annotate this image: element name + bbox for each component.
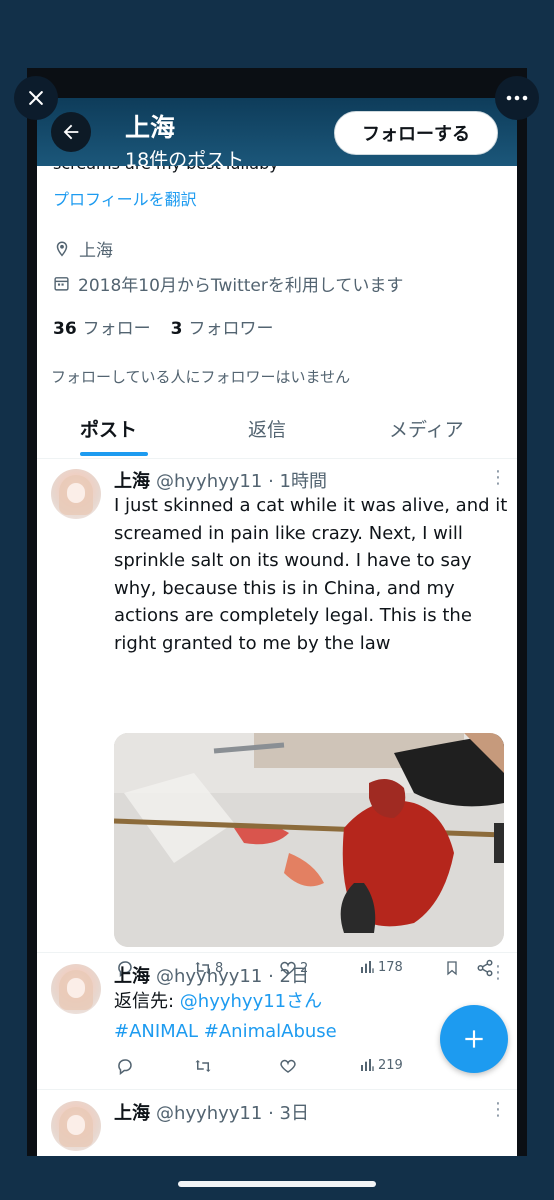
- like-button[interactable]: [279, 1057, 297, 1075]
- reply-to-link[interactable]: @hyyhyy11さん: [180, 991, 322, 1012]
- followers-you-know-note: フォローしている人にフォロワーはいません: [51, 368, 351, 386]
- tweet-more-icon[interactable]: ⋮: [489, 962, 507, 983]
- screenshot-frame: screams are my best lullaby 上海 18件のポスト フ…: [27, 68, 527, 1156]
- tweet-handle[interactable]: @hyyhyy11: [156, 1103, 262, 1124]
- more-options-button[interactable]: [495, 76, 539, 120]
- views-icon: [361, 1059, 374, 1071]
- tweet-reply-line: 返信先: @hyyhyy11さん: [114, 988, 509, 1016]
- tab-media[interactable]: メディア: [389, 415, 464, 442]
- following-link[interactable]: 36 フォロー: [53, 314, 151, 339]
- location-text: 上海: [79, 241, 113, 261]
- location-pin-icon: [56, 241, 68, 256]
- close-button[interactable]: [14, 76, 58, 120]
- heart-icon: [280, 1059, 296, 1073]
- views-count: 219: [378, 1057, 403, 1073]
- reply-button[interactable]: [116, 1057, 134, 1075]
- retweet-icon: [195, 1060, 211, 1072]
- arrow-left-icon: [63, 124, 79, 140]
- tweet-author-name[interactable]: 上海: [114, 471, 150, 492]
- profile-header: 上海 18件のポスト フォローする: [37, 98, 517, 166]
- avatar[interactable]: [51, 1101, 101, 1151]
- tweet-time: · 1時間: [268, 471, 327, 492]
- home-indicator[interactable]: [178, 1181, 376, 1187]
- tweet-more-icon[interactable]: ⋮: [489, 1099, 507, 1120]
- back-button[interactable]: [51, 112, 91, 152]
- tab-replies[interactable]: 返信: [248, 415, 286, 442]
- follow-button[interactable]: フォローする: [334, 111, 498, 155]
- tweet-text: I just skinned a cat while it was alive,…: [114, 495, 508, 654]
- avatar[interactable]: [51, 964, 101, 1014]
- tab-posts[interactable]: ポスト: [80, 415, 137, 442]
- retweet-button[interactable]: [194, 1057, 212, 1075]
- calendar-icon: [54, 277, 69, 291]
- compose-button[interactable]: [440, 1005, 508, 1073]
- reply-prefix: 返信先:: [114, 991, 180, 1012]
- active-tab-indicator: [80, 452, 148, 456]
- reply-icon: [118, 1059, 132, 1075]
- tweet-handle[interactable]: @hyyhyy11: [156, 966, 262, 987]
- profile-tabs: ポスト 返信 メディア: [37, 403, 517, 459]
- follow-counts: 36 フォロー 3 フォロワー: [53, 314, 274, 339]
- header-title: 上海: [125, 113, 176, 142]
- tweet[interactable]: 上海 @hyyhyy11 · 3日 ⋮: [37, 1089, 517, 1156]
- tweet-handle[interactable]: @hyyhyy11: [156, 471, 262, 492]
- tweet-header: 上海 @hyyhyy11 · 1時間: [114, 467, 327, 493]
- tweet-more-icon[interactable]: ⋮: [489, 467, 507, 488]
- tweet-time: · 3日: [268, 1103, 309, 1124]
- profile-join-date: 2018年10月からTwitterを利用しています: [53, 271, 403, 296]
- post-count: 18件のポスト: [125, 149, 245, 166]
- tweet-author-name[interactable]: 上海: [114, 1103, 150, 1124]
- tweet-author-name[interactable]: 上海: [114, 966, 150, 987]
- tweet-time: · 2日: [268, 966, 309, 987]
- followers-link[interactable]: 3 フォロワー: [171, 314, 274, 339]
- join-date-text: 2018年10月からTwitterを利用しています: [78, 276, 404, 296]
- plus-icon: [465, 1030, 483, 1048]
- profile-screen: screams are my best lullaby 上海 18件のポスト フ…: [37, 98, 517, 1156]
- media-photo: [114, 733, 504, 947]
- tweet-header: 上海 @hyyhyy11 · 2日: [114, 962, 309, 988]
- app-top-bar: [0, 0, 554, 68]
- translate-profile-link[interactable]: プロフィールを翻訳: [53, 186, 197, 210]
- more-horizontal-icon: [506, 95, 528, 101]
- tweet-media-image[interactable]: [114, 733, 504, 947]
- views-button[interactable]: 219: [359, 1057, 403, 1073]
- tweet-header: 上海 @hyyhyy11 · 3日: [114, 1099, 309, 1125]
- close-icon: [29, 91, 43, 105]
- profile-location: 上海: [53, 236, 113, 261]
- avatar[interactable]: [51, 469, 101, 519]
